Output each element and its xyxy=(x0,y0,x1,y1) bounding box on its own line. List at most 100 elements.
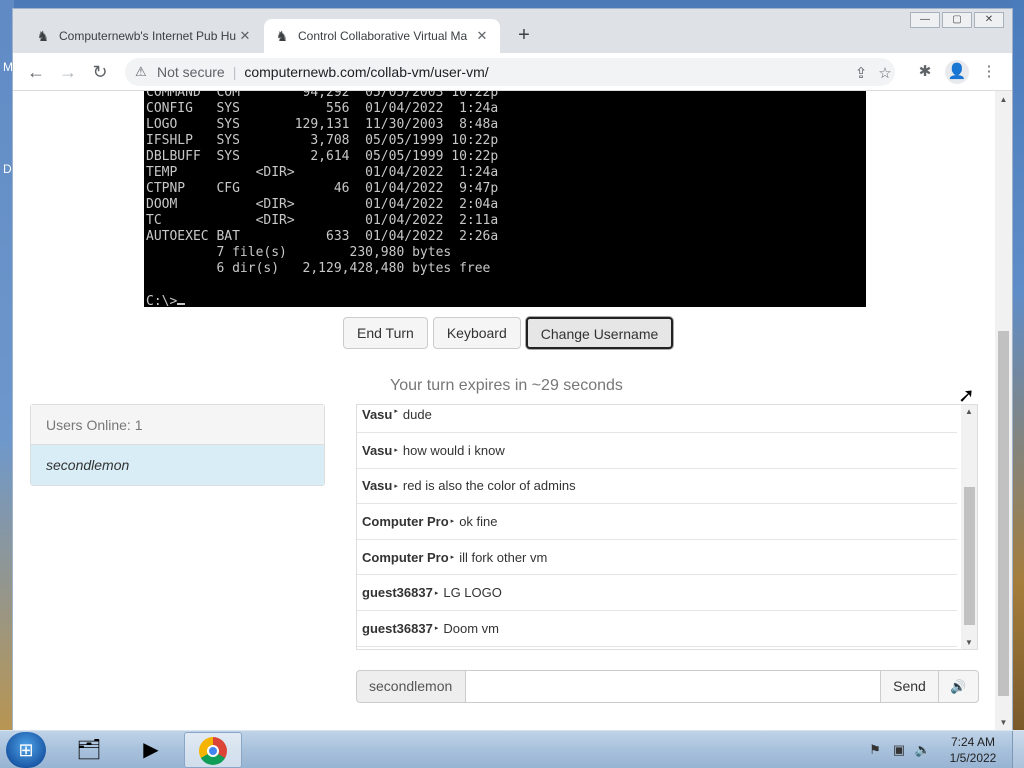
change-username-button[interactable]: Change Username xyxy=(525,317,674,349)
system-clock[interactable]: 7:24 AM 1/5/2022 xyxy=(940,734,1006,766)
warning-icon: ⚠ xyxy=(135,64,147,79)
chat-message: Vasu ▸ dude xyxy=(357,405,957,433)
collab-vm-icon: ♞ xyxy=(275,28,289,44)
page-scroll-thumb[interactable] xyxy=(998,331,1009,696)
chat-username[interactable]: Vasu xyxy=(362,443,392,458)
volume-icon[interactable]: 🔈 xyxy=(914,741,932,759)
start-button[interactable]: ⊞ xyxy=(6,732,46,768)
keyboard-button[interactable]: Keyboard xyxy=(432,317,521,349)
show-desktop-button[interactable] xyxy=(1012,731,1024,768)
vm-text-line: TEMP <DIR> 01/04/2022 1:24a xyxy=(146,165,499,180)
chat-text: ok fine xyxy=(459,513,498,529)
vm-control-buttons: End Turn Keyboard Change Username xyxy=(343,317,674,349)
chat-username[interactable]: guest36837 xyxy=(362,621,433,636)
chat-scrollbar[interactable]: ▲ ▼ xyxy=(961,405,977,649)
username-addon: secondlemon xyxy=(356,670,466,703)
vm-text-line: DBLBUFF SYS 2,614 05/05/1999 10:22p xyxy=(146,149,499,164)
vm-prompt-line: C:\> xyxy=(146,293,866,309)
chat-scroll-thumb[interactable] xyxy=(964,487,975,625)
media-player-icon[interactable]: ▶ xyxy=(122,732,180,768)
chrome-taskbar-button[interactable] xyxy=(184,732,242,768)
back-button[interactable]: ← xyxy=(24,60,48,84)
chat-arrow-icon: ▸ xyxy=(394,482,398,490)
browser-window: ♞ Computernewb's Internet Pub Hu ✕ ♞ Con… xyxy=(12,8,1013,731)
chat-arrow-icon: ▸ xyxy=(450,554,455,562)
chrome-icon xyxy=(199,737,227,765)
chat-text: LG LOGO xyxy=(443,585,502,601)
divider: | xyxy=(232,64,237,80)
vm-text-cursor xyxy=(177,293,186,305)
forward-button[interactable]: → xyxy=(56,60,80,84)
new-tab-button[interactable]: + xyxy=(513,25,535,47)
sound-toggle-icon[interactable]: 🔊 xyxy=(939,670,979,703)
page-content: COMMAND COM 94,292 05/05/2003 10:22p CONF… xyxy=(13,91,996,731)
vm-text-line: COMMAND COM 94,292 05/05/2003 10:22p xyxy=(146,91,499,100)
chat-text: Doom vm xyxy=(443,620,499,636)
close-window-button[interactable]: ✕ xyxy=(974,12,1004,28)
vm-text-line: IFSHLP SYS 3,708 05/05/1999 10:22p xyxy=(146,133,499,148)
chat-arrow-icon: ▸ xyxy=(450,518,455,526)
action-center-icon[interactable]: ⚑ xyxy=(866,741,884,759)
end-turn-button[interactable]: End Turn xyxy=(343,317,428,349)
share-icon[interactable]: ⇪ xyxy=(851,64,871,84)
chat-message: guest36837 ▸ Doom vm xyxy=(357,611,957,647)
close-tab-icon[interactable]: ✕ xyxy=(474,28,490,44)
chat-username[interactable]: Computer Pro xyxy=(362,514,449,529)
collab-vm-icon: ♞ xyxy=(36,28,50,44)
network-icon[interactable]: ▣ xyxy=(890,741,908,759)
vm-text-line: CTPNP CFG 46 01/04/2022 9:47p xyxy=(146,181,499,196)
chat-text: how would i know xyxy=(402,442,505,458)
chat-arrow-icon: ▸ xyxy=(394,408,398,415)
reload-button[interactable]: ↻ xyxy=(88,60,112,84)
tab-title: Control Collaborative Virtual Ma xyxy=(298,29,468,43)
page-scrollbar[interactable]: ▲ ▼ xyxy=(995,91,1012,731)
chat-message: Vasu ▸ red is also the color of admins xyxy=(357,469,957,505)
vm-text-line: AUTOEXEC BAT 633 01/04/2022 2:26a xyxy=(146,229,499,244)
clock-date: 1/5/2022 xyxy=(949,751,997,765)
vm-text-line: 6 dir(s) 2,129,428,480 bytes free xyxy=(146,261,491,276)
chat-username[interactable]: guest36837 xyxy=(362,585,433,600)
chat-message: Computer Pro ▸ ill fork other vm xyxy=(357,540,957,576)
vm-display[interactable]: COMMAND COM 94,292 05/05/2003 10:22p CONF… xyxy=(144,91,866,309)
chat-text: dude xyxy=(402,407,432,422)
chat-message: guest36837 ▸ LG LOGO xyxy=(357,575,957,611)
chat-username[interactable]: Vasu xyxy=(362,407,392,422)
desktop-background-right xyxy=(1012,0,1024,730)
scroll-down-arrow-icon[interactable]: ▼ xyxy=(995,718,1012,727)
scroll-up-arrow-icon[interactable]: ▲ xyxy=(961,407,977,416)
browser-menu-icon[interactable]: ⋮ xyxy=(977,60,1001,84)
browser-toolbar: ← → ↻ ⚠ Not secure | computernewb.com/co… xyxy=(13,53,1012,91)
tab-collaborative-vm[interactable]: ♞ Control Collaborative Virtual Ma ✕ xyxy=(264,19,500,53)
vm-prompt: C:\> xyxy=(146,294,178,309)
extensions-icon[interactable]: ✱ xyxy=(913,60,937,84)
chat-username[interactable]: Vasu xyxy=(362,478,392,493)
chat-username[interactable]: Computer Pro xyxy=(362,550,449,565)
send-button[interactable]: Send xyxy=(881,670,939,703)
vm-text-line xyxy=(146,277,866,293)
vm-text-line: LOGO SYS 129,131 11/30/2003 8:48a xyxy=(146,117,499,132)
chat-message: Computer Pro ▸ ok fine xyxy=(357,504,957,540)
security-label[interactable]: Not secure xyxy=(157,64,225,80)
chat-panel: Vasu ▸ dude Vasu ▸ how would i know Vasu ▸ red i… xyxy=(356,404,978,650)
user-list-item[interactable]: secondlemon xyxy=(31,445,324,485)
vm-text-line: CONFIG SYS 556 01/04/2022 1:24a xyxy=(146,101,499,116)
close-tab-icon[interactable]: ✕ xyxy=(237,28,253,44)
bookmark-star-icon[interactable]: ☆ xyxy=(875,64,895,84)
tab-title: Computernewb's Internet Pub Hu xyxy=(59,29,237,43)
maximize-button[interactable]: ▢ xyxy=(942,12,972,28)
taskbar: ⊞ 🗂 ▶ ⚑ ▣ 🔈 7:24 AM 1/5/2022 xyxy=(0,730,1024,768)
scroll-up-arrow-icon[interactable]: ▲ xyxy=(995,95,1012,104)
users-online-panel: Users Online: 1 secondlemon xyxy=(30,404,325,486)
file-explorer-icon[interactable]: 🗂 xyxy=(60,732,118,768)
address-bar[interactable]: ⚠ Not secure | computernewb.com/collab-v… xyxy=(125,58,895,86)
chat-text: red is also the color of admins xyxy=(402,478,576,494)
url-text[interactable]: computernewb.com/collab-vm/user-vm/ xyxy=(244,64,488,80)
vm-text-line: TC <DIR> 01/04/2022 2:11a xyxy=(146,213,499,228)
profile-avatar-icon[interactable]: 👤 xyxy=(945,60,969,84)
tab-computernewb-pub[interactable]: ♞ Computernewb's Internet Pub Hu ✕ xyxy=(25,19,263,53)
scroll-down-arrow-icon[interactable]: ▼ xyxy=(961,638,977,647)
chat-input[interactable] xyxy=(466,670,881,703)
minimize-button[interactable]: — xyxy=(910,12,940,28)
window-controls: — ▢ ✕ xyxy=(910,12,1004,28)
chat-arrow-icon: ▸ xyxy=(434,589,439,597)
